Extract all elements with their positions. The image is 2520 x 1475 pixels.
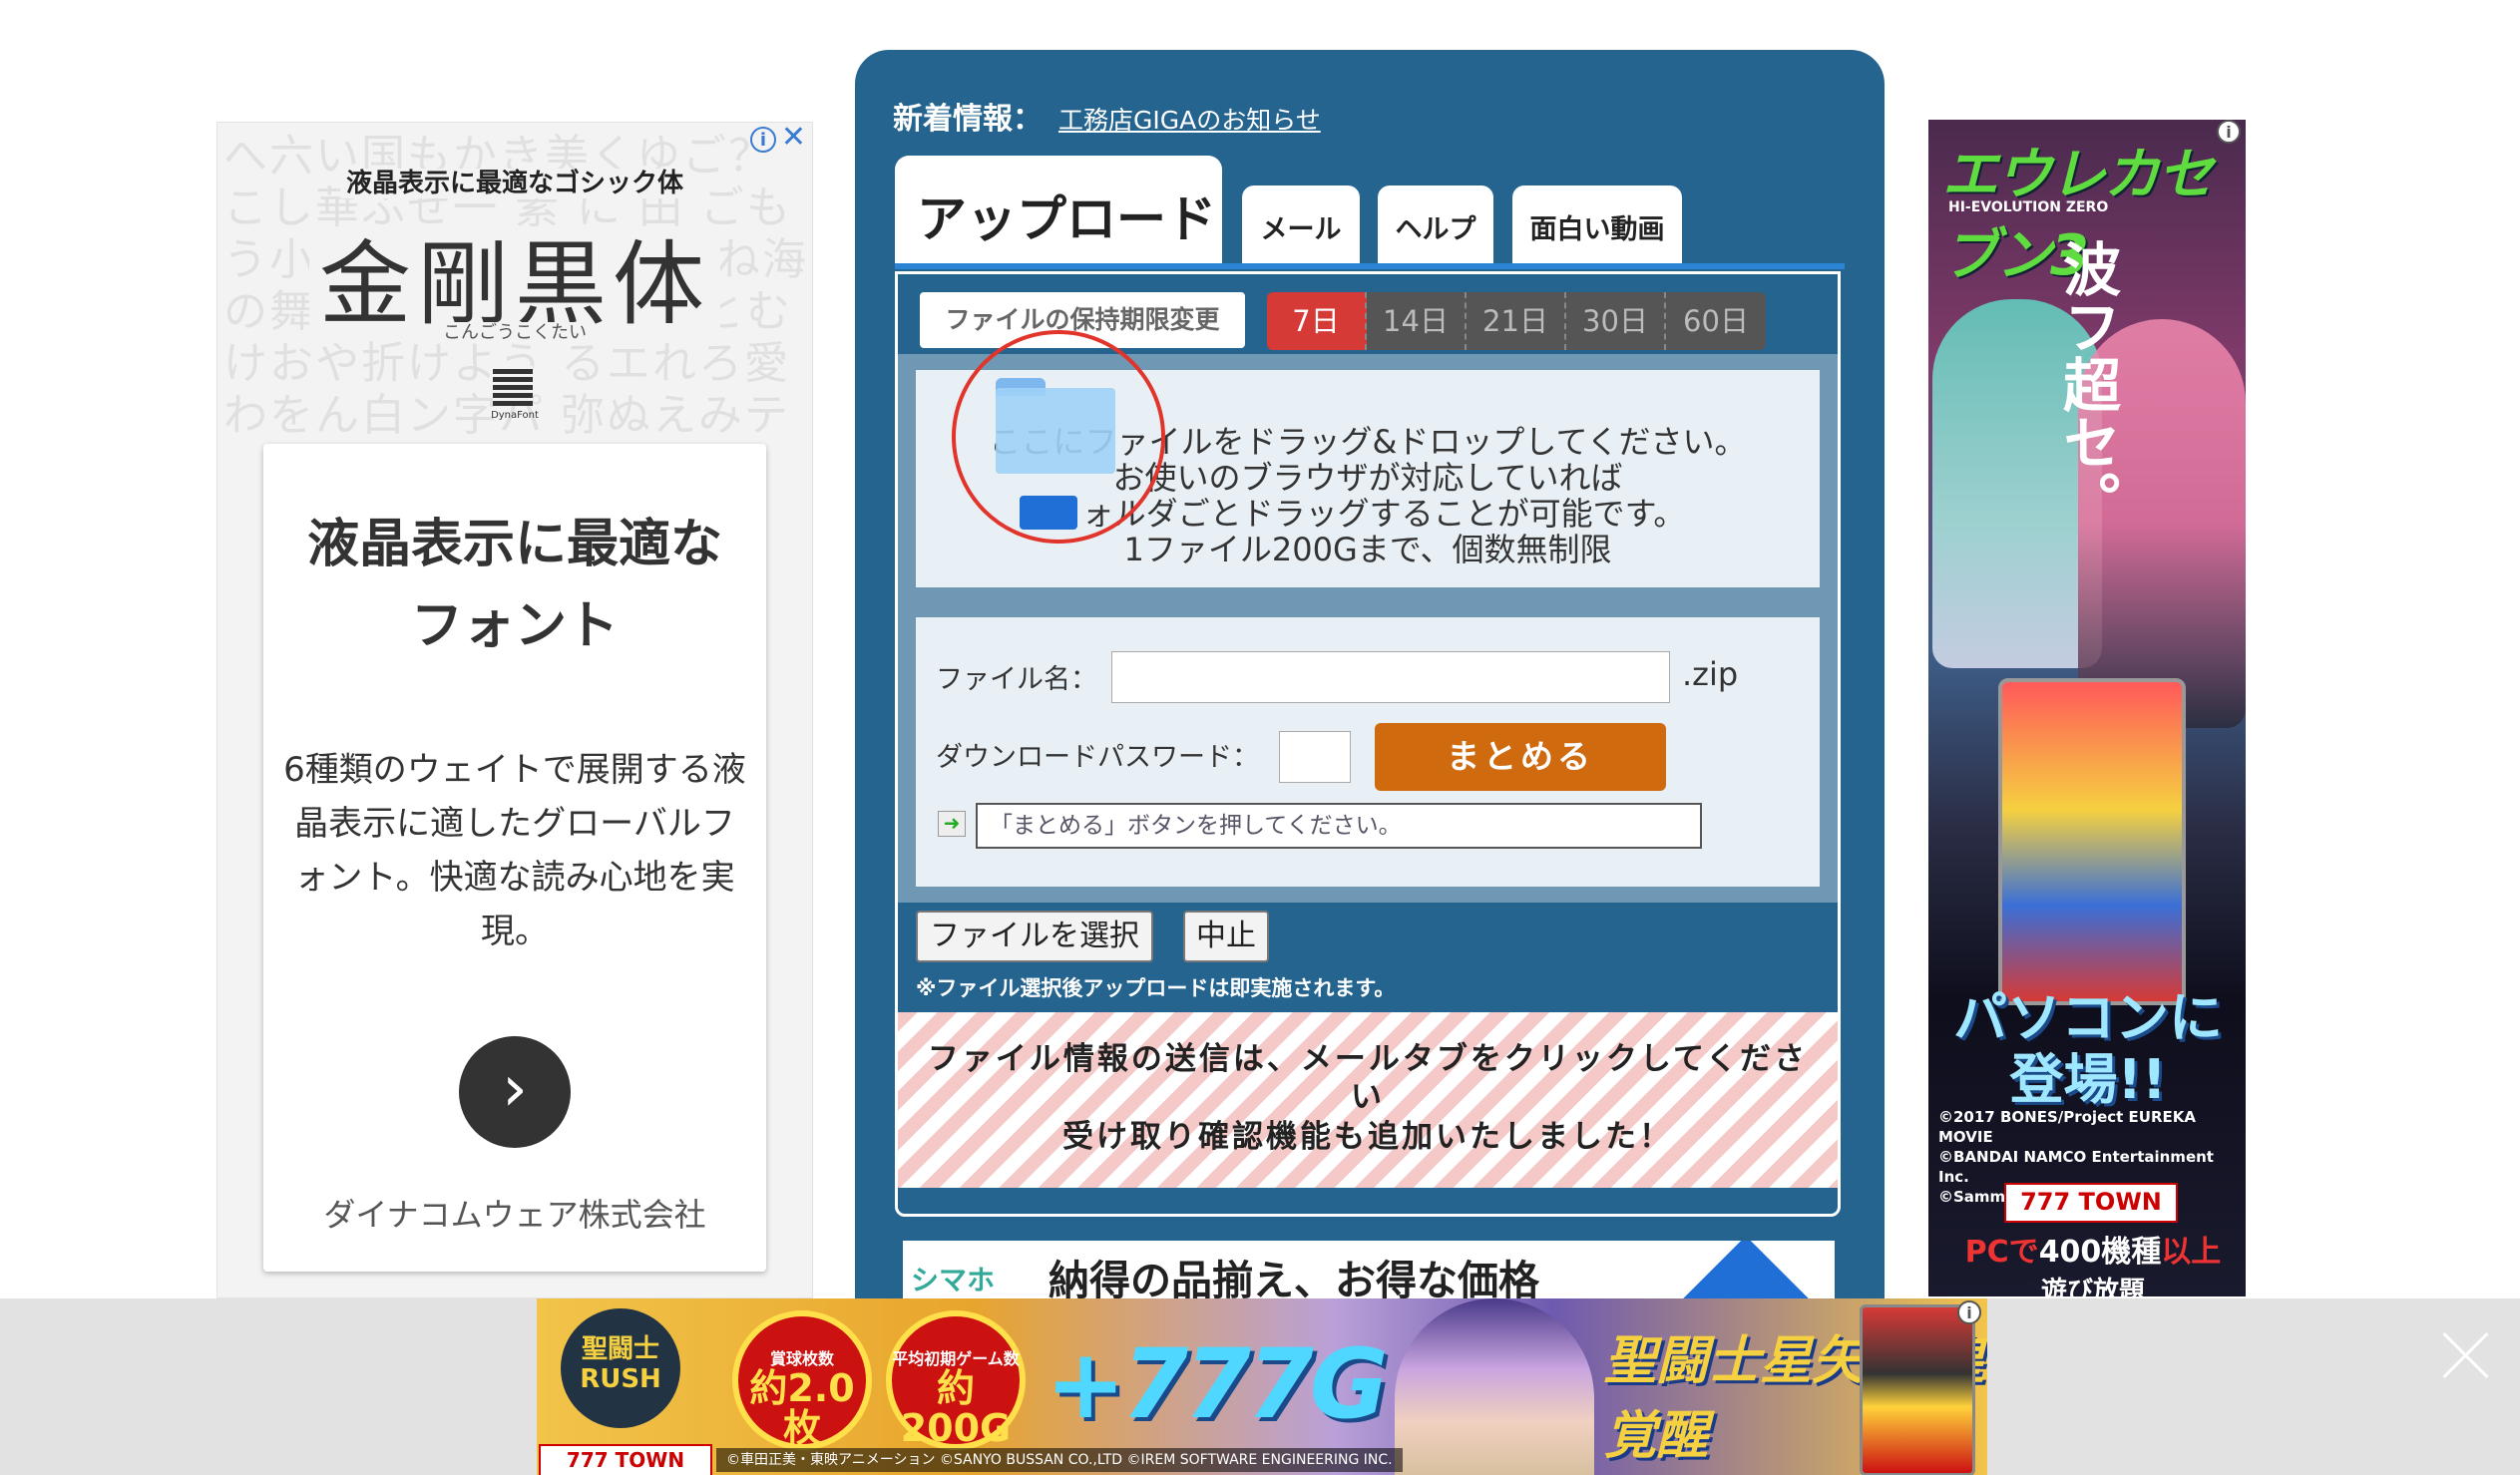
upload-box: ファイルの保持期限変更 7日 14日 21日 30日 60日 ここにファイルをド… bbox=[895, 271, 1841, 1217]
upload-form-inner: ファイル名： .zip ダウンロードパスワード： まとめる ➜ 「まとめる」ボタ… bbox=[916, 617, 1820, 887]
ad-card[interactable]: 液晶表示に最適なフォント 6種類のウェイトで展開する液晶表示に適したグローバルフ… bbox=[263, 444, 766, 1272]
arrow-right-icon: ➜ bbox=[938, 811, 966, 837]
tab-mail[interactable]: メール bbox=[1242, 185, 1360, 265]
right-ad-count-pre: PCで bbox=[1964, 1235, 2039, 1270]
highlight-circle bbox=[952, 330, 1165, 544]
banner-character-image bbox=[1395, 1298, 1594, 1475]
right-ad-info-icon[interactable]: i bbox=[2217, 120, 2241, 144]
close-icon[interactable] bbox=[2440, 1328, 2492, 1380]
dynafont-logo-icon bbox=[493, 366, 533, 406]
bottom-ad-text: 納得の品揃え、お得な価格 bbox=[1049, 1257, 1539, 1304]
banner-machine-image bbox=[1860, 1304, 1975, 1475]
ad-info-icon[interactable]: i bbox=[750, 127, 776, 153]
retention-day-60[interactable]: 60日 bbox=[1666, 292, 1766, 350]
notice-text: ファイル情報の送信は、メールタブをクリックしてください 受け取り確認機能も追加い… bbox=[918, 1040, 1818, 1156]
select-file-button[interactable]: ファイルを選択 bbox=[916, 911, 1153, 962]
notice-box: ファイル情報の送信は、メールタブをクリックしてください 受け取り確認機能も追加い… bbox=[898, 1012, 1838, 1188]
info-icon[interactable]: i bbox=[2217, 120, 2241, 144]
font-reading: こんごうこくたい bbox=[443, 322, 587, 343]
tab-upload[interactable]: アップロード bbox=[895, 156, 1222, 267]
banner-burst-2: 平均初期ゲーム数 約200G bbox=[886, 1310, 1026, 1450]
filename-input[interactable] bbox=[1111, 651, 1670, 703]
upload-note: ※ファイル選択後アップロードは即実施されます。 bbox=[916, 976, 1396, 1000]
retention-day-14[interactable]: 14日 bbox=[1367, 292, 1467, 350]
right-ad-count-num: 400機種 bbox=[2038, 1235, 2162, 1270]
bottom-ad-logo: シマホ bbox=[911, 1264, 996, 1296]
right-ad-subtitle: HI-EVOLUTION ZERO bbox=[1948, 199, 2109, 215]
right-ad-wave-text: 波フ超セ。 bbox=[2053, 239, 2121, 529]
banner-copyright: ©車田正美・東映アニメーション ©SANYO BUSSAN CO.,LTD ©I… bbox=[716, 1448, 1403, 1472]
font-tagline: 液晶表示に最適なゴシック体 bbox=[217, 163, 812, 199]
ad-close-icon[interactable]: ✕ bbox=[781, 123, 806, 153]
retention-day-30[interactable]: 30日 bbox=[1566, 292, 1666, 350]
filename-label: ファイル名： bbox=[936, 664, 1097, 695]
retention-day-selector: 7日 14日 21日 30日 60日 bbox=[1267, 292, 1766, 350]
password-label: ダウンロードパスワード： bbox=[936, 742, 1259, 773]
banner-rush-badge: 聖闘士RUSH bbox=[561, 1308, 680, 1428]
tab-video[interactable]: 面白い動画 bbox=[1512, 185, 1682, 265]
pachislot-machine-image bbox=[1998, 678, 2186, 1005]
overlay-banner[interactable]: 聖闘士RUSH 賞球枚数 約2.0枚 平均初期ゲーム数 約200G +777G … bbox=[537, 1298, 1987, 1475]
drop-zone-inner[interactable]: ここにファイルをドラッグ&ドロップしてください。 お使いのブラウザが対応していれ… bbox=[916, 330, 1820, 587]
news-link[interactable]: 工務店GIGAのお知らせ bbox=[1058, 106, 1321, 135]
bottom-overlay-ad: 聖闘士RUSH 賞球枚数 約2.0枚 平均初期ゲーム数 約200G +777G … bbox=[0, 1298, 2520, 1475]
retention-day-7[interactable]: 7日 bbox=[1267, 292, 1367, 350]
retention-day-21[interactable]: 21日 bbox=[1467, 292, 1566, 350]
ad-company-name: ダイナコムウェア株式会社 bbox=[323, 1196, 706, 1234]
info-icon[interactable]: i bbox=[1957, 1300, 1981, 1324]
password-input[interactable] bbox=[1279, 731, 1351, 783]
banner-town-label: 777 TOWN bbox=[539, 1444, 712, 1475]
banner-plus777: +777G bbox=[1046, 1328, 1389, 1440]
left-advertisement[interactable]: へ六い国もかき美くゆご？こし華ふせ一 素 に 田 ごもう小 ち晶つぽ ネ 玉 浴… bbox=[216, 122, 813, 1298]
chevron-right-icon[interactable]: › bbox=[459, 1036, 571, 1148]
ad-card-description: 6種類のウェイトで展開する液晶表示に適したグローバルフォント。快適な読み心地を実… bbox=[283, 750, 746, 951]
notice-line2: 受け取り確認機能も追加いたしました！ bbox=[1062, 1119, 1673, 1155]
upload-panel: 新着情報： 工務店GIGAのお知らせ アップロード メール ヘルプ 面白い動画 フ… bbox=[855, 50, 1885, 1346]
drop-zone[interactable]: ここにファイルをドラッグ&ドロップしてください。 お使いのブラウザが対応していれ… bbox=[898, 330, 1838, 603]
tab-upload-label: アップロード bbox=[917, 190, 1216, 248]
tab-underline bbox=[895, 263, 1845, 269]
news-bar: 新着情報： 工務店GIGAのお知らせ bbox=[893, 94, 1321, 138]
ad-card-title: 液晶表示に最適なフォント bbox=[306, 515, 722, 656]
banner-burst-1-value: 約2.0枚 bbox=[749, 1366, 855, 1450]
cancel-button[interactable]: 中止 bbox=[1183, 911, 1269, 962]
right-ad-bottom-text: 遊び放題 bbox=[2040, 1277, 2145, 1296]
upload-form: ファイル名： .zip ダウンロードパスワード： まとめる ➜ 「まとめる」ボタ… bbox=[898, 603, 1838, 903]
banner-burst-1: 賞球枚数 約2.0枚 bbox=[732, 1310, 872, 1450]
right-ad-count-post: 以上 bbox=[2161, 1235, 2222, 1270]
notice-line1: ファイル情報の送信は、メールタブをクリックしてください bbox=[927, 1041, 1809, 1115]
font-ad-banner[interactable]: へ六い国もかき美くゆご？こし華ふせ一 素 に 田 ごもう小 ち晶つぽ ネ 玉 浴… bbox=[217, 123, 812, 442]
status-field: 「まとめる」ボタンを押してください。 bbox=[976, 803, 1702, 849]
tab-help[interactable]: ヘルプ bbox=[1378, 185, 1493, 265]
right-ad-count-text: PCで400機種以上 遊び放題 bbox=[1948, 1227, 2238, 1296]
banner-burst-2-value: 約200G bbox=[900, 1366, 1012, 1450]
news-label: 新着情報： bbox=[893, 102, 1043, 137]
banner-info[interactable]: i bbox=[1957, 1300, 1981, 1324]
zip-suffix: .zip bbox=[1682, 655, 1739, 693]
right-ad-town-label: 777 TOWN bbox=[2004, 1183, 2178, 1223]
right-ad-pc-text: パソコンに登場!! bbox=[1953, 986, 2223, 1111]
matomeru-button[interactable]: まとめる bbox=[1375, 723, 1666, 791]
dynafont-label: DynaFont bbox=[491, 410, 539, 421]
right-advertisement[interactable]: エウレカセブン3 HI-EVOLUTION ZERO 波フ超セ。 パソコンに登場… bbox=[1928, 120, 2246, 1296]
